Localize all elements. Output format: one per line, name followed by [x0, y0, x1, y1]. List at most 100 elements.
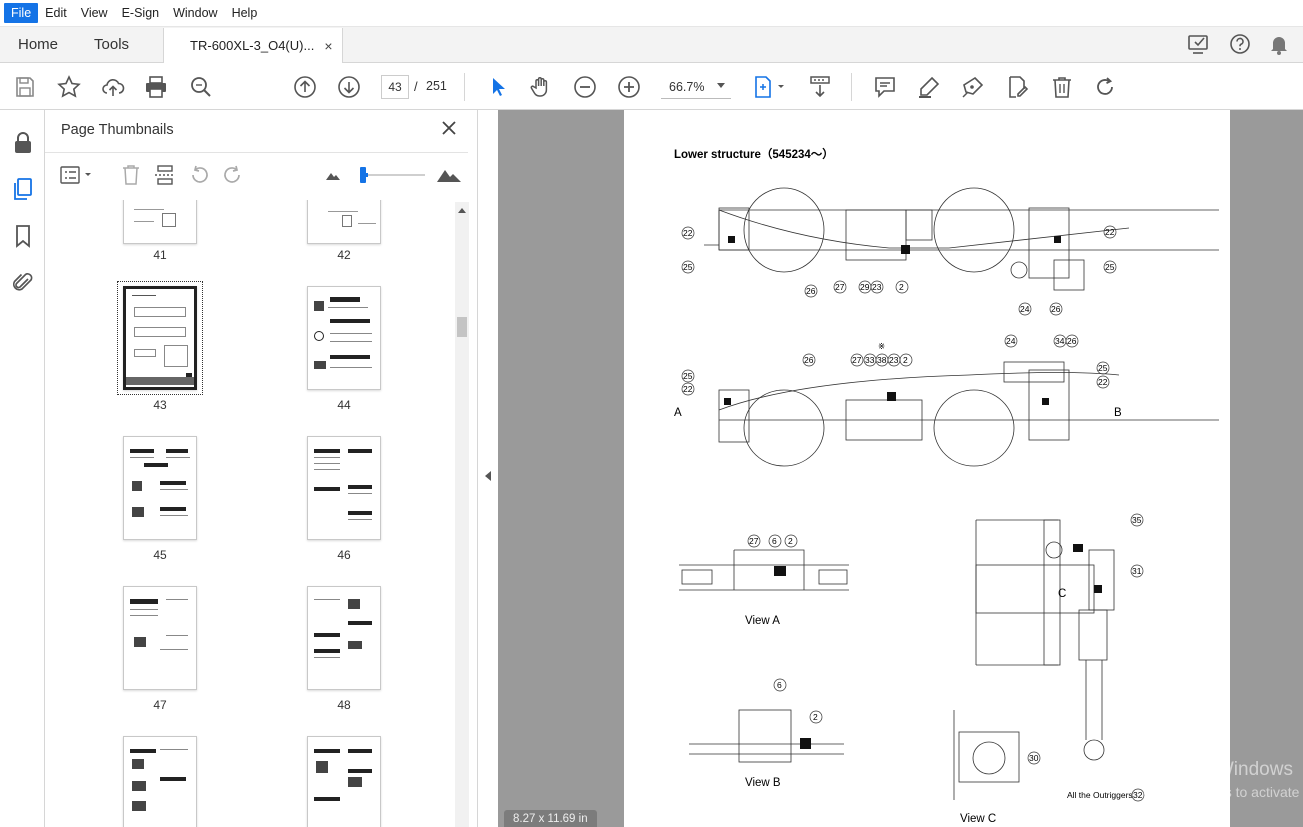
callout-number: 6 — [777, 680, 782, 690]
zoom-out-icon[interactable] — [572, 74, 598, 100]
asterisk-mark: ※ — [878, 341, 886, 351]
zoom-in-icon[interactable] — [616, 74, 642, 100]
page-size-indicator: 8.27 x 11.69 in — [504, 810, 597, 827]
callout-number: 25 — [1098, 363, 1108, 373]
delete-page-icon[interactable] — [119, 163, 143, 187]
rotate-left-icon[interactable] — [187, 163, 211, 187]
sign-pen-icon[interactable] — [960, 74, 986, 100]
thumbnail-page-number: 42 — [337, 248, 351, 262]
zoom-level-value: 66.7% — [669, 79, 705, 94]
delete-icon[interactable] — [1049, 74, 1075, 100]
rotate-right-icon[interactable] — [221, 163, 245, 187]
thumbnail-page-number: 43 — [153, 398, 167, 412]
notifications-icon[interactable] — [1269, 33, 1289, 55]
callout-number: 2 — [788, 536, 793, 546]
highlight-pen-icon[interactable] — [916, 74, 942, 100]
print-icon[interactable] — [143, 74, 169, 100]
small-thumbnail-icon[interactable] — [321, 163, 345, 187]
callout-number: 24 — [1020, 304, 1030, 314]
page-thumbnail[interactable] — [307, 736, 381, 827]
menu-view[interactable]: View — [74, 3, 115, 23]
thumbnail-size-slider-handle[interactable] — [360, 167, 366, 183]
large-thumbnail-icon[interactable] — [435, 163, 463, 187]
view-b-label: View B — [745, 777, 781, 789]
arrow-a-label: A — [674, 407, 682, 419]
thumbnail-page-number: 41 — [153, 248, 167, 262]
tab-home[interactable]: Home — [0, 27, 76, 62]
close-panel-icon[interactable] — [441, 120, 457, 136]
callout-number: 35 — [1132, 515, 1142, 525]
menu-bar: File Edit View E-Sign Window Help — [0, 0, 1303, 27]
insert-page-icon[interactable] — [153, 163, 177, 187]
thumbnail-page-number: 48 — [337, 698, 351, 712]
scroll-up-icon[interactable] — [458, 208, 466, 213]
toolbar: 43 / 251 66.7% — [0, 63, 1303, 110]
collapse-arrow-icon[interactable] — [485, 471, 491, 481]
page-thumbnails-icon[interactable] — [10, 176, 36, 202]
rotate-icon[interactable] — [1092, 74, 1118, 100]
panel-scrollbar[interactable] — [455, 202, 469, 827]
scrollbar-thumb[interactable] — [457, 317, 467, 337]
callout-number: 6 — [772, 536, 777, 546]
callout-number: 34 — [1055, 336, 1065, 346]
activation-watermark-subtext: Go to Settings to activate — [1143, 784, 1300, 800]
page-thumbnail[interactable] — [307, 586, 381, 690]
bookmark-star-icon[interactable] — [56, 74, 82, 100]
search-zoom-icon[interactable] — [188, 74, 214, 100]
bookmarks-icon[interactable] — [10, 223, 36, 249]
previous-page-icon[interactable] — [292, 74, 318, 100]
save-icon[interactable] — [12, 74, 38, 100]
menu-window[interactable]: Window — [166, 3, 224, 23]
page-thumbnail[interactable] — [307, 200, 381, 244]
options-menu-icon[interactable] — [59, 163, 95, 187]
callout-number: 26 — [1067, 336, 1077, 346]
callout-number: 24 — [1006, 336, 1016, 346]
hand-tool-icon[interactable] — [528, 74, 554, 100]
outriggers-label: All the Outriggers — [1067, 790, 1133, 800]
callout-number: 22 — [683, 228, 693, 238]
page-thumbnail[interactable] — [123, 200, 197, 244]
page-thumbnail[interactable] — [307, 436, 381, 540]
callout-number: 25 — [1105, 262, 1115, 272]
menu-help[interactable]: Help — [225, 3, 265, 23]
tab-document[interactable]: TR-600XL-3_O4(U)... × — [163, 28, 344, 63]
left-nav-rail — [0, 110, 45, 827]
menu-file[interactable]: File — [4, 3, 39, 23]
callout-number: 33 — [865, 355, 875, 365]
page-thumbnails-panel: Page Thumbnails 41 42 43 44 45 46 47 48 — [45, 110, 478, 827]
lock-icon[interactable] — [10, 130, 36, 156]
close-tab-icon[interactable]: × — [324, 38, 332, 54]
upload-cloud-icon[interactable] — [100, 74, 126, 100]
thumbnail-list: 41 42 43 44 45 46 47 48 — [45, 200, 455, 827]
select-cursor-icon[interactable] — [485, 74, 511, 100]
menu-esign[interactable]: E-Sign — [115, 3, 167, 23]
page-thumbnail[interactable] — [123, 436, 197, 540]
tab-tools[interactable]: Tools — [76, 27, 147, 62]
page-number-input[interactable]: 43 — [381, 75, 409, 99]
zoom-level-select[interactable]: 66.7% — [661, 75, 731, 99]
document-view[interactable]: Lower structure（545234～） A B C ※ View A … — [498, 110, 1303, 827]
view-c-label: View C — [960, 813, 997, 825]
help-icon[interactable] — [1229, 33, 1251, 55]
panel-collapse-handle[interactable] — [478, 110, 498, 827]
scrolling-mode-icon[interactable] — [807, 74, 833, 100]
toolbar-divider — [464, 73, 465, 101]
thumbnail-page-number: 45 — [153, 548, 167, 562]
page-thumbnail[interactable] — [307, 286, 381, 390]
panel-title: Page Thumbnails — [61, 122, 174, 138]
page-thumbnail[interactable] — [123, 736, 197, 827]
next-page-icon[interactable] — [336, 74, 362, 100]
page-thumbnail-selected[interactable] — [123, 286, 197, 390]
document-tab-label: TR-600XL-3_O4(U)... — [190, 38, 315, 53]
fit-page-icon[interactable] — [752, 74, 788, 100]
comment-icon[interactable] — [872, 74, 898, 100]
attachments-paperclip-icon[interactable] — [10, 270, 36, 296]
callout-number: 29 — [860, 282, 870, 292]
menu-edit[interactable]: Edit — [38, 3, 74, 23]
thumbnail-size-slider[interactable] — [363, 174, 425, 176]
edit-pdf-icon[interactable] — [1004, 74, 1030, 100]
page-thumbnail[interactable] — [123, 586, 197, 690]
share-screen-icon[interactable] — [1187, 33, 1211, 55]
panel-toolbar — [45, 152, 468, 196]
thumbnail-page-number: 46 — [337, 548, 351, 562]
